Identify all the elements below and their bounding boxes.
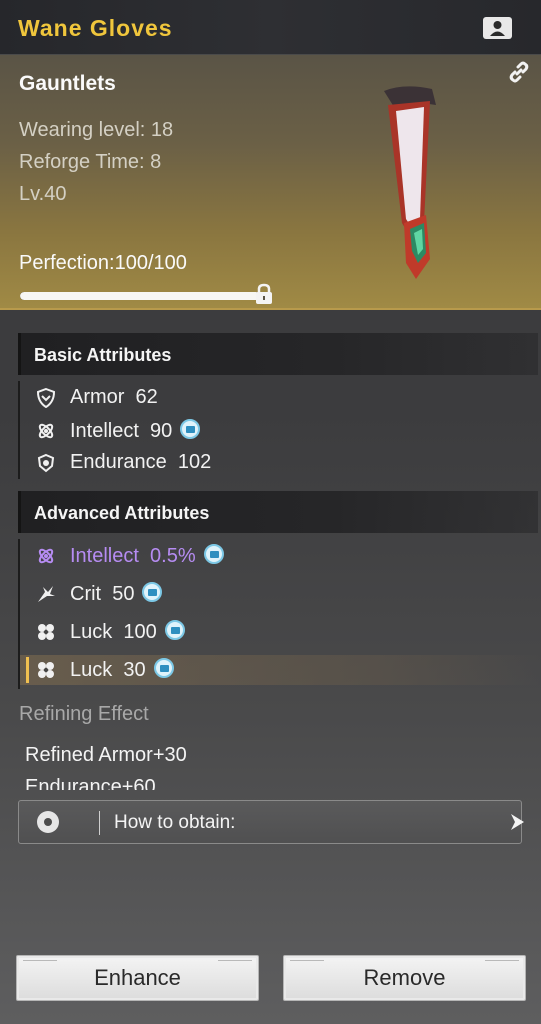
advanced-attribute-row[interactable]: Luck 100 (20, 617, 540, 647)
advanced-attribute-text: Intellect 0.5% (70, 544, 224, 568)
basic-attributes-header: Basic Attributes (18, 333, 538, 375)
item-detail-panel: Wane Gloves Gauntlets Wearing level: 18 … (0, 0, 541, 1024)
profile-icon[interactable] (483, 17, 512, 39)
refining-effect-title: Refining Effect (19, 703, 149, 725)
link-icon[interactable] (506, 59, 532, 85)
recommended-thumb-icon (164, 620, 185, 640)
crit-icon (36, 584, 56, 604)
perfection-bar-fill (20, 292, 260, 300)
luck-icon (36, 622, 56, 642)
basic-attribute-row[interactable]: Armor 62 (20, 383, 540, 413)
endurance-icon (36, 453, 56, 473)
enhance-button-label: Enhance (94, 965, 181, 990)
location-pin-icon (37, 811, 59, 833)
advanced-attribute-text: Luck 100 (70, 620, 185, 644)
perfection-bar (20, 292, 260, 300)
how-to-obtain-button[interactable]: How to obtain: (18, 800, 524, 844)
luck-icon (36, 660, 56, 680)
shield-icon (36, 387, 56, 409)
basic-attribute-row[interactable]: Intellect 90 (20, 416, 540, 446)
recommended-thumb-icon (180, 418, 201, 439)
intellect-icon (36, 421, 56, 441)
basic-attributes-list: Armor 62 Intellect 90 Endurance 102 (18, 381, 538, 479)
arrow-right-icon (506, 811, 528, 833)
recommended-thumb-icon (142, 582, 163, 602)
divider (99, 811, 100, 835)
reforge-time: Reforge Time: 8 (19, 151, 162, 173)
how-to-obtain-label: How to obtain: (114, 812, 236, 833)
item-summary-card: Gauntlets Wearing level: 18 Reforge Time… (0, 55, 541, 310)
basic-attributes-title: Basic Attributes (34, 345, 172, 365)
refining-line: Endurance+60 (25, 776, 156, 790)
basic-attribute-text: Intellect 90 (70, 418, 201, 443)
wearing-level: Wearing level: 18 (19, 119, 174, 141)
item-type: Gauntlets (19, 72, 116, 95)
advanced-attribute-row[interactable]: Crit 50 (20, 579, 540, 609)
advanced-attributes-header: Advanced Attributes (18, 491, 538, 533)
advanced-attribute-row[interactable]: Luck 30 (20, 655, 540, 685)
advanced-attributes-title: Advanced Attributes (34, 503, 210, 523)
recommended-thumb-icon (153, 658, 174, 678)
header: Wane Gloves (0, 0, 541, 55)
item-title: Wane Gloves (18, 15, 173, 41)
remove-button-label: Remove (363, 965, 446, 990)
item-level: Lv.40 (19, 183, 67, 205)
enhance-button[interactable]: Enhance (16, 955, 259, 1001)
lock-icon[interactable] (254, 283, 274, 305)
basic-attribute-text: Armor 62 (70, 386, 158, 408)
basic-attribute-row[interactable]: Endurance 102 (20, 448, 540, 478)
advanced-attribute-text: Crit 50 (70, 582, 163, 606)
recommended-thumb-icon (203, 544, 224, 564)
advanced-attribute-row[interactable]: Intellect 0.5% (20, 541, 540, 571)
refining-effect-list[interactable]: Refined Armor+30 Endurance+60 (25, 740, 505, 790)
advanced-attributes-list: Intellect 0.5% Crit 50 Luck 100 Luck 30 (18, 539, 540, 689)
remove-button[interactable]: Remove (283, 955, 526, 1001)
basic-attribute-text: Endurance 102 (70, 451, 212, 473)
perfection-label: Perfection:100/100 (19, 252, 187, 274)
intellect-icon (36, 546, 56, 566)
advanced-attribute-text: Luck 30 (70, 658, 174, 682)
refining-line: Refined Armor+30 (25, 744, 187, 766)
gauntlet-icon (374, 83, 444, 283)
